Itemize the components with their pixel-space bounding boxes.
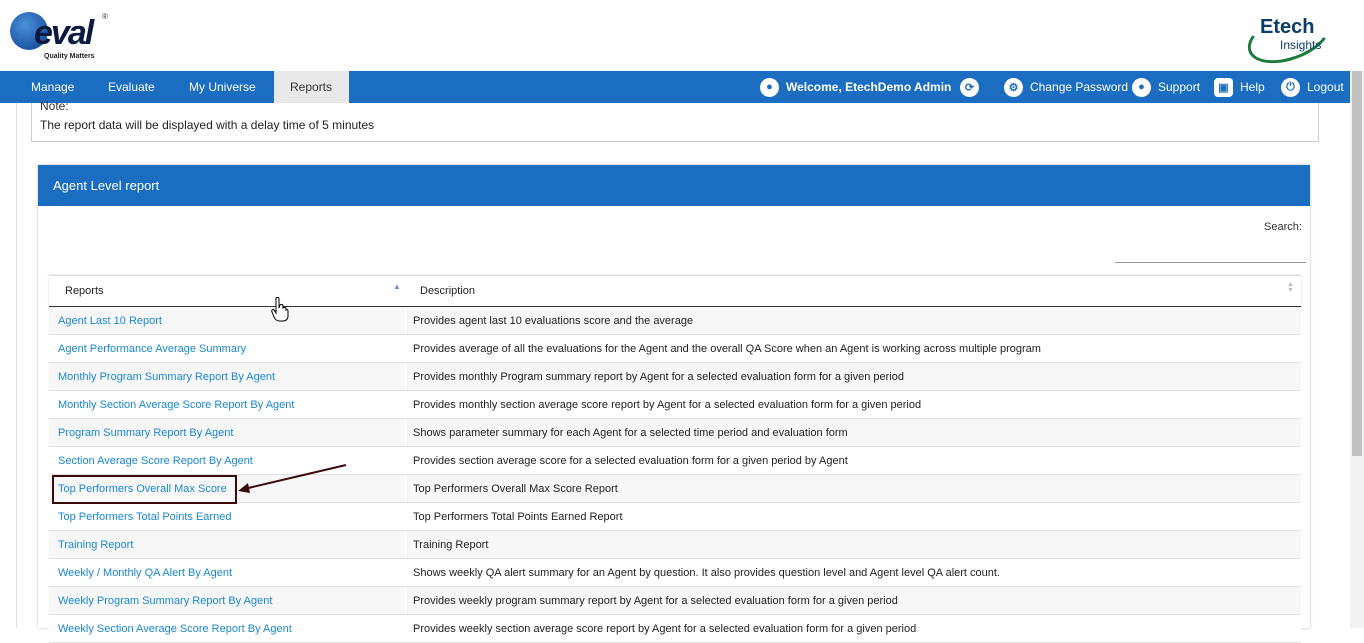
note-text: The report data will be displayed with a… [40,118,375,132]
report-link[interactable]: Program Summary Report By Agent [58,419,233,447]
report-link[interactable]: Training Report [58,531,133,559]
column-header-reports[interactable]: Reports [65,276,104,307]
report-link[interactable]: Weekly / Monthly QA Alert By Agent [58,559,232,587]
table-row: Training Report Training Report [49,531,1301,559]
qeval-logo-wordmark: eval [34,14,94,52]
report-link[interactable]: Agent Performance Average Summary [58,335,246,363]
report-link[interactable]: Agent Last 10 Report [58,307,162,335]
note-title: Note: [40,99,69,113]
etech-logo-subtext: Insights [1280,38,1322,52]
annotation-highlight-box [52,475,237,504]
column-divider [405,531,406,558]
sort-both-icon[interactable]: ▲ ▼ [1287,281,1294,294]
page-scrollbar[interactable] [1350,71,1364,628]
logout-link[interactable]: ⏻ Logout [1281,71,1344,103]
table-row: Agent Last 10 Report Provides agent last … [49,307,1301,335]
main-nav-bar: Manage Evaluate My Universe Reports ● We… [0,71,1350,103]
report-link[interactable]: Top Performers Total Points Earned [58,503,231,531]
report-link[interactable]: Weekly Section Average Score Report By A… [58,615,292,643]
nav-item-my-universe[interactable]: My Universe [172,71,274,103]
column-divider [405,391,406,418]
report-link[interactable]: Section Average Score Report By Agent [58,447,253,475]
panel-title: Agent Level report [38,165,1310,206]
column-divider [405,503,406,530]
column-divider [405,475,406,502]
column-divider [405,615,406,642]
report-description: Provides weekly program summary report b… [413,595,898,607]
support-user-icon: ● [1132,77,1151,97]
registered-mark: ® [102,12,108,21]
report-link[interactable]: Monthly Section Average Score Report By … [58,391,294,419]
table-row: Agent Performance Average Summary Provide… [49,335,1301,363]
qeval-logo[interactable]: eval ® Quality Matters [10,12,110,62]
report-description: Provides monthly section average score r… [413,399,922,411]
etech-logo-text: Etech [1260,16,1315,38]
nav-item-evaluate[interactable]: Evaluate [86,71,172,103]
table-header: Reports ▲ Description ▲ ▼ [49,276,1301,307]
column-divider [405,307,406,334]
top-header: eval ® Quality Matters Etech Insights [0,0,1364,74]
search-input[interactable] [1115,245,1306,263]
report-description: Provides average of all the evaluations … [413,343,1041,355]
support-label: Support [1158,80,1201,94]
table-row: Monthly Program Summary Report By Agent P… [49,363,1301,391]
change-password-label: Change Password [1030,80,1129,94]
support-link[interactable]: ● Support [1132,71,1200,103]
table-row: Weekly / Monthly QA Alert By Agent Shows … [49,559,1301,587]
table-row: Weekly Section Average Score Report By A… [49,615,1301,643]
column-divider [405,587,406,614]
report-description: Provides agent last 10 evaluations score… [413,315,694,327]
refresh-icon: ⟳ [960,77,979,97]
mouse-cursor-hand-icon [271,297,289,322]
column-divider [405,559,406,586]
report-link[interactable]: Weekly Program Summary Report By Agent [58,587,272,615]
power-icon: ⏻ [1281,77,1300,97]
annotation-arrow-icon [238,464,347,493]
qeval-tagline: Quality Matters [44,53,95,60]
logout-label: Logout [1307,80,1344,94]
column-header-description[interactable]: Description [420,276,475,307]
table-row: Top Performers Total Points Earned Top Pe… [49,503,1301,531]
search-label: Search: [1264,221,1302,233]
column-divider [405,447,406,474]
etech-insights-logo: Etech Insights [1240,0,1338,74]
welcome-text: Welcome, EtechDemo Admin [786,80,952,94]
report-description: Provides section average score for a sel… [413,455,848,467]
report-description: Shows weekly QA alert summary for an Age… [413,567,1000,579]
reports-table: Reports ▲ Description ▲ ▼ Agent Last 10 R… [49,276,1301,643]
scrollbar-thumb[interactable] [1352,71,1362,456]
table-row: Program Summary Report By Agent Shows par… [49,419,1301,447]
nav-item-reports[interactable]: Reports [274,71,349,103]
refresh-button[interactable]: ⟳ [960,71,986,103]
report-link[interactable]: Monthly Program Summary Report By Agent [58,363,275,391]
table-row: Weekly Program Summary Report By Agent Pr… [49,587,1301,615]
column-divider [405,335,406,362]
welcome-user[interactable]: ● Welcome, EtechDemo Admin [760,71,951,103]
column-divider [405,419,406,446]
report-description: Provides monthly Program summary report … [413,371,904,383]
help-icon: ▣ [1214,77,1233,97]
column-divider [405,363,406,390]
report-description: Top Performers Overall Max Score Report [413,483,618,495]
change-password-link[interactable]: ⚙ Change Password [1004,71,1128,103]
help-link[interactable]: ▣ Help [1214,71,1265,103]
report-description: Provides weekly section average score re… [413,623,917,635]
help-label: Help [1240,80,1265,94]
sort-ascending-icon[interactable]: ▲ [393,282,401,291]
gear-icon: ⚙ [1004,77,1023,97]
note-box: Note: The report data will be displayed … [31,99,1319,142]
report-description: Shows parameter summary for each Agent f… [413,427,848,439]
report-description: Top Performers Total Points Earned Repor… [413,511,623,523]
report-description: Training Report [413,539,489,551]
table-row: Monthly Section Average Score Report By … [49,391,1301,419]
user-icon: ● [760,77,779,97]
